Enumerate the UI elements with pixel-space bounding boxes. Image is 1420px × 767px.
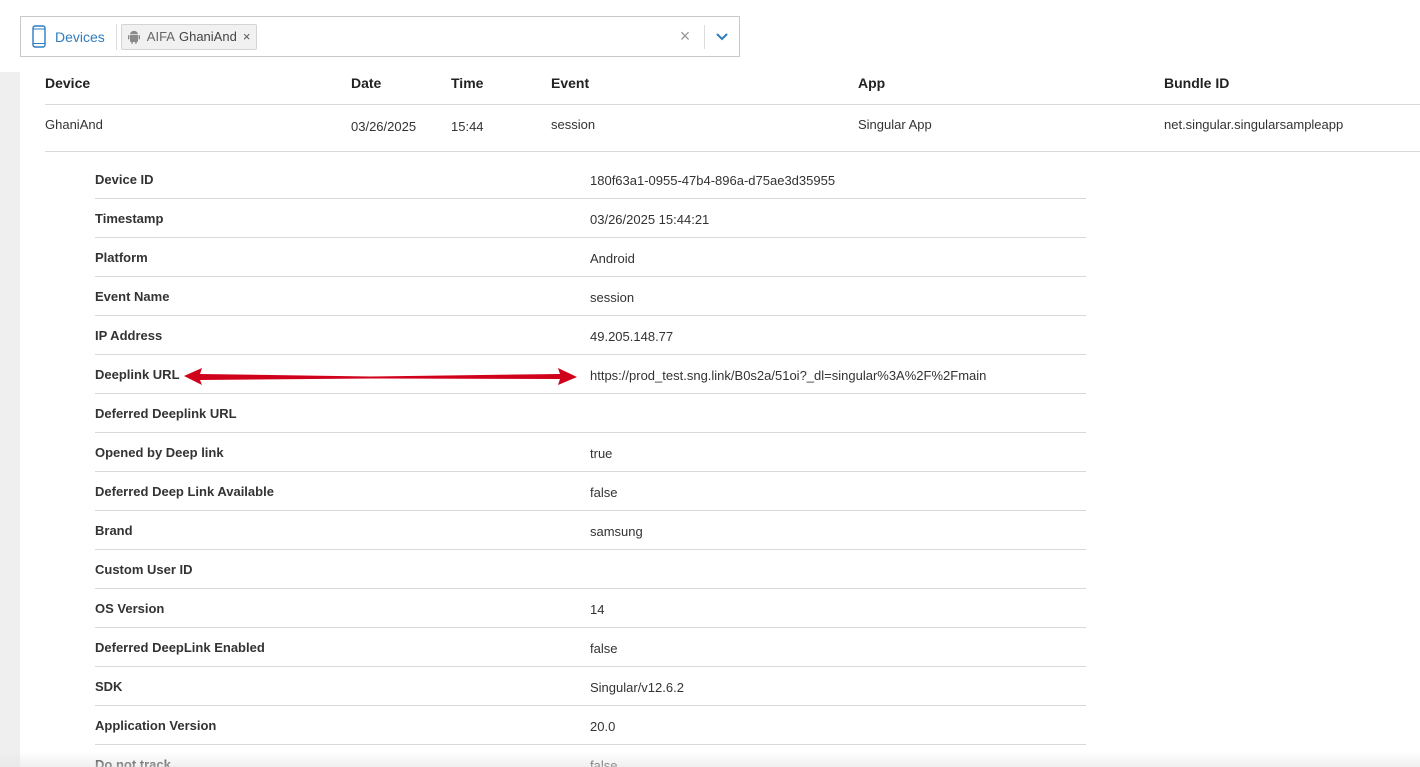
detail-value: 180f63a1-0955-47b4-896a-d75ae3d35955 — [590, 173, 836, 188]
detail-key: Application Version — [95, 718, 217, 733]
chip-remove-button[interactable]: × — [243, 29, 251, 44]
chip-device-name: GhaniAnd — [178, 29, 237, 44]
col-date[interactable]: Date — [351, 60, 381, 106]
bottom-fade — [0, 752, 1420, 767]
detail-row-application-version: Application Version 20.0 — [95, 706, 1086, 745]
detail-row-custom-user-id: Custom User ID — [95, 550, 1086, 589]
devices-label: Devices — [55, 28, 105, 45]
detail-key: Deeplink URL — [95, 367, 180, 382]
detail-key: Device ID — [95, 172, 154, 187]
detail-row-deferred-deep-link-available: Deferred Deep Link Available false — [95, 472, 1086, 511]
chip-prefix: AIFA — [146, 29, 175, 44]
detail-value: Singular/v12.6.2 — [590, 680, 684, 695]
detail-value: 03/26/2025 15:44:21 — [590, 212, 710, 227]
detail-row-opened-by-deep-link: Opened by Deep link true — [95, 433, 1086, 472]
col-app[interactable]: App — [858, 60, 885, 106]
detail-row-timestamp: Timestamp 03/26/2025 15:44:21 — [95, 199, 1086, 238]
cell-time: 15:44 — [451, 119, 484, 134]
detail-value: true — [590, 446, 613, 461]
cell-app: Singular App — [858, 117, 932, 132]
detail-value: https://prod_test.sng.link/B0s2a/51oi?_d… — [590, 368, 987, 383]
detail-value: 49.205.148.77 — [590, 329, 674, 344]
chevron-down-icon — [716, 33, 728, 40]
detail-value: samsung — [590, 524, 643, 539]
detail-row-event-name: Event Name session — [95, 277, 1086, 316]
detail-key: Event Name — [95, 289, 170, 304]
cell-event: session — [551, 117, 596, 132]
detail-row-deferred-deeplink-enabled: Deferred DeepLink Enabled false — [95, 628, 1086, 667]
detail-row-platform: Platform Android — [95, 238, 1086, 277]
table-row[interactable]: GhaniAnd 03/26/2025 15:44 session Singul… — [45, 105, 1420, 152]
dropdown-toggle[interactable] — [705, 17, 739, 56]
detail-key: Deferred Deep Link Available — [95, 484, 274, 499]
device-filter[interactable]: Devices AIFA GhaniAnd × × — [20, 16, 740, 57]
left-gutter — [0, 72, 20, 767]
col-time[interactable]: Time — [451, 60, 483, 106]
detail-key: Deferred DeepLink Enabled — [95, 640, 265, 655]
detail-row-ip-address: IP Address 49.205.148.77 — [95, 316, 1086, 355]
col-device[interactable]: Device — [45, 60, 90, 106]
cell-device: GhaniAnd — [45, 117, 103, 132]
detail-key: IP Address — [95, 328, 163, 343]
cell-date: 03/26/2025 — [351, 119, 417, 134]
close-icon[interactable]: × — [678, 26, 692, 47]
device-chip: AIFA GhaniAnd × — [120, 23, 258, 50]
detail-row-os-version: OS Version 14 — [95, 589, 1086, 628]
detail-key: SDK — [95, 679, 123, 694]
detail-key: Opened by Deep link — [95, 445, 224, 460]
event-details: Device ID 180f63a1-0955-47b4-896a-d75ae3d… — [95, 160, 1086, 767]
detail-key: Deferred Deeplink URL — [95, 406, 237, 421]
col-event[interactable]: Event — [551, 60, 589, 106]
detail-value: 20.0 — [590, 719, 616, 734]
phone-icon — [31, 25, 46, 49]
detail-value: Android — [590, 251, 635, 266]
detail-row-deeplink-url: Deeplink URL https://prod_test.sng.link/B… — [95, 355, 1086, 394]
detail-row-deferred-deeplink-url: Deferred Deeplink URL — [95, 394, 1086, 433]
detail-value: false — [590, 485, 618, 500]
cell-bundle-id: net.singular.singularsampleapp — [1164, 117, 1344, 132]
detail-key: Custom User ID — [95, 562, 193, 577]
detail-row-device-id: Device ID 180f63a1-0955-47b4-896a-d75ae3d… — [95, 160, 1086, 199]
detail-key: Timestamp — [95, 211, 164, 226]
filter-divider — [115, 23, 117, 50]
android-icon — [127, 30, 140, 44]
detail-row-brand: Brand samsung — [95, 511, 1086, 550]
detail-value: session — [590, 290, 635, 305]
detail-value: false — [590, 641, 618, 656]
col-bundle-id[interactable]: Bundle ID — [1164, 60, 1229, 106]
detail-value: 14 — [590, 602, 605, 617]
detail-row-sdk: SDK Singular/v12.6.2 — [95, 667, 1086, 706]
detail-key: Platform — [95, 250, 148, 265]
detail-key: Brand — [95, 523, 133, 538]
detail-key: OS Version — [95, 601, 165, 616]
table-header: Device Date Time Event App Bundle ID — [45, 60, 1420, 105]
